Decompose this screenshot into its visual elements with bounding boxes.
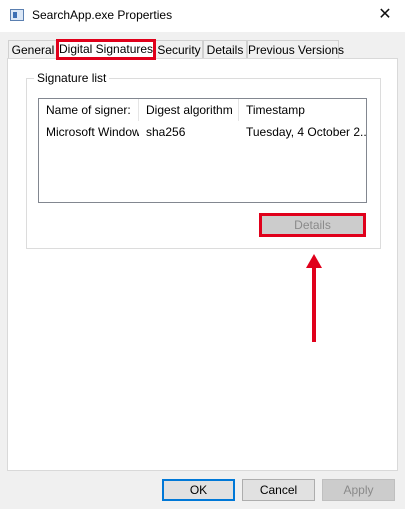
cancel-button[interactable]: Cancel bbox=[242, 479, 315, 501]
close-button[interactable]: ✕ bbox=[365, 0, 405, 32]
apply-button[interactable]: Apply bbox=[322, 479, 395, 501]
ok-button[interactable]: OK bbox=[162, 479, 235, 501]
tab-previous-versions[interactable]: Previous Versions bbox=[247, 40, 344, 59]
column-header-signer[interactable]: Name of signer: bbox=[39, 99, 139, 121]
signature-list-group: Signature list Name of signer: Digest al… bbox=[26, 71, 381, 249]
signature-list[interactable]: Name of signer: Digest algorithm Timesta… bbox=[38, 98, 367, 203]
red-arrow-icon bbox=[306, 254, 322, 342]
tab-general[interactable]: General bbox=[8, 40, 58, 59]
details-button[interactable]: Details bbox=[259, 213, 366, 237]
column-header-timestamp[interactable]: Timestamp bbox=[239, 99, 366, 121]
app-window-icon bbox=[10, 9, 24, 21]
window-title: SearchApp.exe Properties bbox=[32, 8, 173, 22]
signer-name: Microsoft Windows bbox=[46, 125, 139, 139]
close-icon: ✕ bbox=[378, 6, 392, 23]
tab-details[interactable]: Details bbox=[203, 40, 247, 59]
list-item[interactable]: Microsoft Windows sha256 Tuesday, 4 Octo… bbox=[39, 123, 366, 141]
tab-security[interactable]: Security bbox=[155, 40, 203, 59]
group-label: Signature list bbox=[34, 71, 110, 85]
list-header: Name of signer: Digest algorithm Timesta… bbox=[39, 99, 366, 121]
title-bar: SearchApp.exe Properties ✕ bbox=[0, 0, 405, 32]
tab-digital-signatures[interactable]: Digital Signatures bbox=[56, 39, 156, 60]
timestamp: Tuesday, 4 October 2... bbox=[246, 125, 366, 139]
column-header-digest[interactable]: Digest algorithm bbox=[139, 99, 239, 121]
tab-panel: Signature list Name of signer: Digest al… bbox=[7, 58, 398, 471]
digest-algorithm: sha256 bbox=[146, 125, 186, 139]
